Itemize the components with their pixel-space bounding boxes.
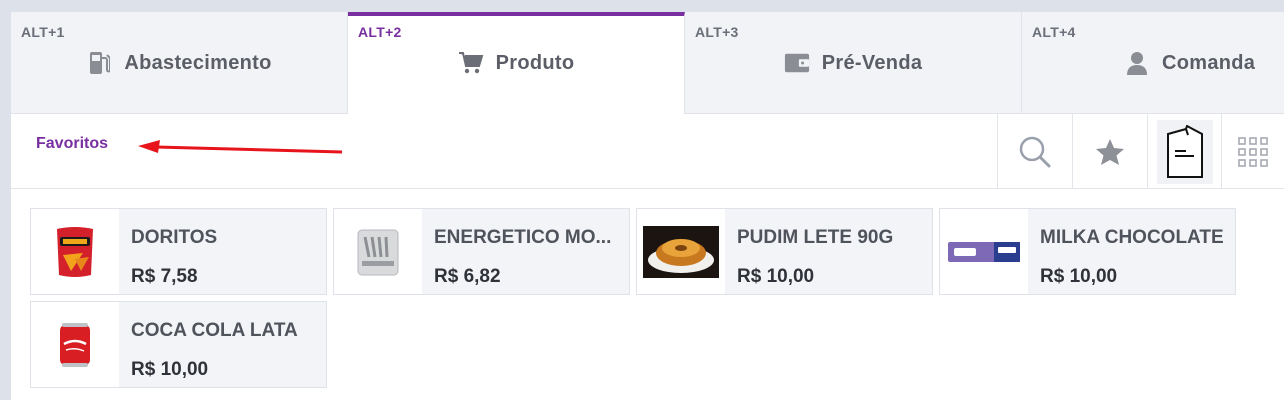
product-card[interactable]: ENERGETICO MO... R$ 6,82: [333, 208, 630, 295]
product-price: R$ 7,58: [131, 266, 198, 287]
star-icon: [1096, 138, 1124, 165]
coca-cola-can-image: [31, 302, 119, 387]
grid-icon: [1238, 136, 1268, 167]
product-card[interactable]: DORITOS R$ 7,58: [30, 208, 327, 295]
doritos-image: [31, 209, 119, 294]
toolbar: Favoritos: [11, 114, 1284, 189]
grid-view-button[interactable]: [1221, 114, 1284, 189]
product-name: MILKA CHOCOLATE: [1040, 227, 1224, 248]
note-button[interactable]: [1147, 114, 1222, 189]
search-icon: [1019, 136, 1051, 167]
tab-label: Abastecimento: [124, 51, 272, 74]
product-name: PUDIM LETE 90G: [737, 227, 894, 248]
product-price: R$ 10,00: [131, 359, 209, 380]
monster-can-image: [334, 209, 422, 294]
user-icon: [1124, 50, 1150, 76]
shopping-cart-icon: [458, 50, 484, 76]
search-button[interactable]: [997, 114, 1072, 189]
product-card[interactable]: MILKA CHOCOLATE R$ 10,00: [939, 208, 1236, 295]
tab-label: Pré-Venda: [821, 51, 923, 74]
tab-shortcut: ALT+1: [21, 24, 65, 40]
wallet-icon: [784, 50, 810, 76]
tab-label: Comanda: [1162, 51, 1256, 74]
product-price: R$ 10,00: [1040, 266, 1118, 287]
product-card[interactable]: PUDIM LETE 90G R$ 10,00: [636, 208, 933, 295]
product-price: R$ 6,82: [434, 266, 501, 287]
tab-shortcut: ALT+2: [358, 24, 402, 40]
tab-comanda[interactable]: ALT+4 Comanda: [1022, 12, 1284, 114]
product-card[interactable]: COCA COLA LATA R$ 10,00: [30, 301, 327, 388]
product-name: DORITOS: [131, 227, 218, 248]
product-name: ENERGETICO MO...: [434, 227, 612, 248]
product-name: COCA COLA LATA: [131, 320, 298, 341]
pudim-image: [637, 209, 725, 294]
tab-shortcut: ALT+4: [1032, 24, 1076, 40]
tab-bar: ALT+1 Abastecimento ALT+2 Produto ALT+3 …: [11, 12, 1284, 114]
tab-abastecimento[interactable]: ALT+1 Abastecimento: [11, 12, 348, 114]
pos-window: ALT+1 Abastecimento ALT+2 Produto ALT+3 …: [11, 12, 1284, 400]
milka-bar-image: [940, 209, 1028, 294]
tab-shortcut: ALT+3: [695, 24, 739, 40]
favoritos-label[interactable]: Favoritos: [36, 135, 108, 153]
note-icon: [1167, 124, 1203, 178]
product-price: R$ 10,00: [737, 266, 815, 287]
tab-label: Produto: [495, 51, 575, 74]
tab-produto[interactable]: ALT+2 Produto: [348, 12, 685, 114]
favorites-button[interactable]: [1072, 114, 1147, 189]
fuel-pump-icon: [86, 50, 112, 76]
tab-pre-venda[interactable]: ALT+3 Pré-Venda: [685, 12, 1022, 114]
annotation-arrow-icon: [138, 140, 343, 154]
